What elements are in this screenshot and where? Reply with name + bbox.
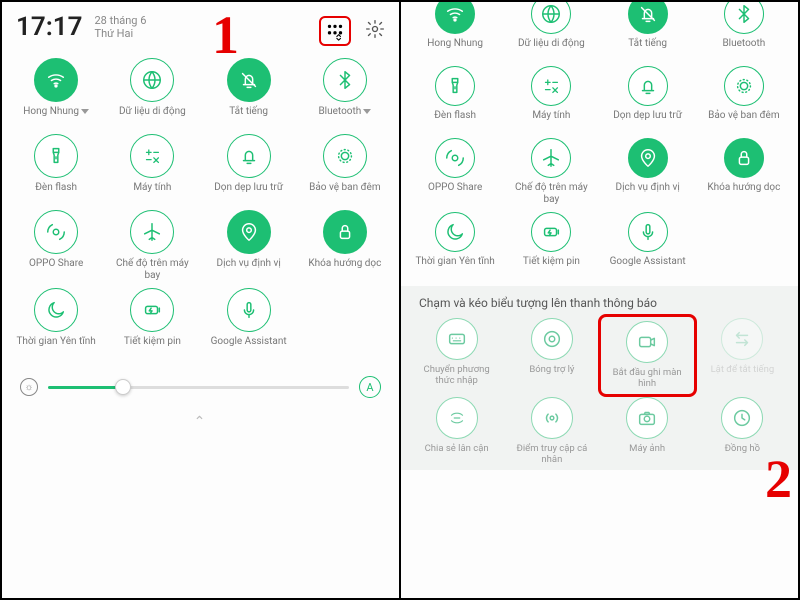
tile-flashlight[interactable]: Đèn flash [407,66,503,132]
bubble-icon [541,328,563,350]
date: 28 tháng 6 Thứ Hai [95,14,308,40]
tile-cleanup[interactable]: Dọn dẹp lưu trữ [600,66,696,132]
tile-input-method[interactable]: Chuyển phương thức nhập [409,318,504,393]
tile-wifi[interactable]: Hong Nhung [407,2,503,60]
camera-icon [636,407,658,429]
calculator-icon [540,75,562,97]
tile-airplane[interactable]: Chế độ trên máy bay [503,138,599,206]
flashlight-icon [444,75,466,97]
tile-zen-mode[interactable]: Thời gian Yên tĩnh [407,212,503,278]
tile-assistant-bubble[interactable]: Bóng trợ lý [504,318,599,393]
mic-icon [238,299,260,321]
bell-icon [238,145,260,167]
annotation-2: 2 [765,448,792,510]
gear-icon [365,19,385,39]
tile-rotation-lock[interactable]: Khóa hướng dọc [297,210,393,282]
flip-icon [731,328,753,350]
bluetooth-icon [334,69,356,91]
bluetooth-icon [733,3,755,25]
bell-off-icon [637,3,659,25]
keyboard-icon [446,328,468,350]
tile-mobile-data[interactable]: Dữ liệu di động [503,2,599,60]
tile-battery-saver[interactable]: Tiết kiệm pin [104,288,200,358]
tile-google-assistant[interactable]: Google Assistant [600,212,696,278]
brightness-slider-row: ☼ A [2,366,399,408]
tile-battery-saver[interactable]: Tiết kiệm pin [503,212,599,278]
bell-icon [637,75,659,97]
tile-nearby-share[interactable]: Chia sẻ lân cận [409,397,504,466]
nearby-icon [446,407,468,429]
tile-mute[interactable]: Tắt tiếng [201,58,297,128]
mic-icon [637,221,659,243]
airplane-icon [141,221,163,243]
tile-calculator[interactable]: Máy tính [104,134,200,204]
globe-icon [141,69,163,91]
tile-hotspot[interactable]: Điểm truy cập cá nhân [504,397,599,466]
brightness-slider[interactable] [48,386,349,389]
tile-flashlight[interactable]: Đèn flash [8,134,104,204]
clock-icon [731,407,753,429]
battery-icon [141,299,163,321]
night-icon [733,75,755,97]
tile-google-assistant[interactable]: Google Assistant [201,288,297,358]
location-icon [637,147,659,169]
tile-airplane[interactable]: Chế độ trên máy bay [104,210,200,282]
moon-icon [45,299,67,321]
edit-grid-icon [324,20,346,42]
flashlight-icon [45,145,67,167]
tile-night-shield[interactable]: Bảo vệ ban đêm [297,134,393,204]
tile-night-shield[interactable]: Bảo vệ ban đêm [696,66,792,132]
tile-wifi[interactable]: Hong Nhung [8,58,104,128]
brightness-icon: ☼ [20,378,38,396]
panel-handle[interactable]: ⌃ [2,408,399,430]
edit-instruction: Chạm và kéo biểu tượng lên thanh thông b… [409,296,790,318]
tile-location[interactable]: Dịch vụ định vị [201,210,297,282]
settings-button[interactable] [365,19,385,43]
tile-oppo-share[interactable]: OPPO Share [407,138,503,206]
lock-icon [334,221,356,243]
clock-time: 17:17 [16,12,83,42]
tile-bluetooth[interactable]: Bluetooth [297,58,393,128]
hotspot-icon [541,407,563,429]
record-icon [636,331,658,353]
tile-screen-record[interactable]: Bắt đầu ghi màn hình [598,314,697,397]
share-icon [444,147,466,169]
tile-mute[interactable]: Tắt tiếng [600,2,696,60]
share-icon [45,221,67,243]
annotation-1: 1 [212,4,239,66]
battery-icon [540,221,562,243]
tile-oppo-share[interactable]: OPPO Share [8,210,104,282]
edit-tiles-button[interactable] [319,16,351,46]
bell-off-icon [238,69,260,91]
night-icon [334,145,356,167]
tile-camera[interactable]: Máy ảnh [600,397,695,466]
tile-calculator[interactable]: Máy tính [503,66,599,132]
moon-icon [444,221,466,243]
calculator-icon [141,145,163,167]
wifi-icon [444,3,466,25]
tile-location[interactable]: Dịch vụ định vị [600,138,696,206]
tile-zen-mode[interactable]: Thời gian Yên tĩnh [8,288,104,358]
globe-icon [540,3,562,25]
airplane-icon [540,147,562,169]
lock-icon [733,147,755,169]
tile-cleanup[interactable]: Dọn dẹp lưu trữ [201,134,297,204]
tile-flip-mute[interactable]: Lật để tắt tiếng [695,318,790,393]
auto-brightness-toggle[interactable]: A [359,376,381,398]
tile-bluetooth[interactable]: Bluetooth [696,2,792,60]
wifi-icon [45,69,67,91]
location-icon [238,221,260,243]
tile-mobile-data[interactable]: Dữ liệu di động [104,58,200,128]
tile-rotation-lock[interactable]: Khóa hướng dọc [696,138,792,206]
